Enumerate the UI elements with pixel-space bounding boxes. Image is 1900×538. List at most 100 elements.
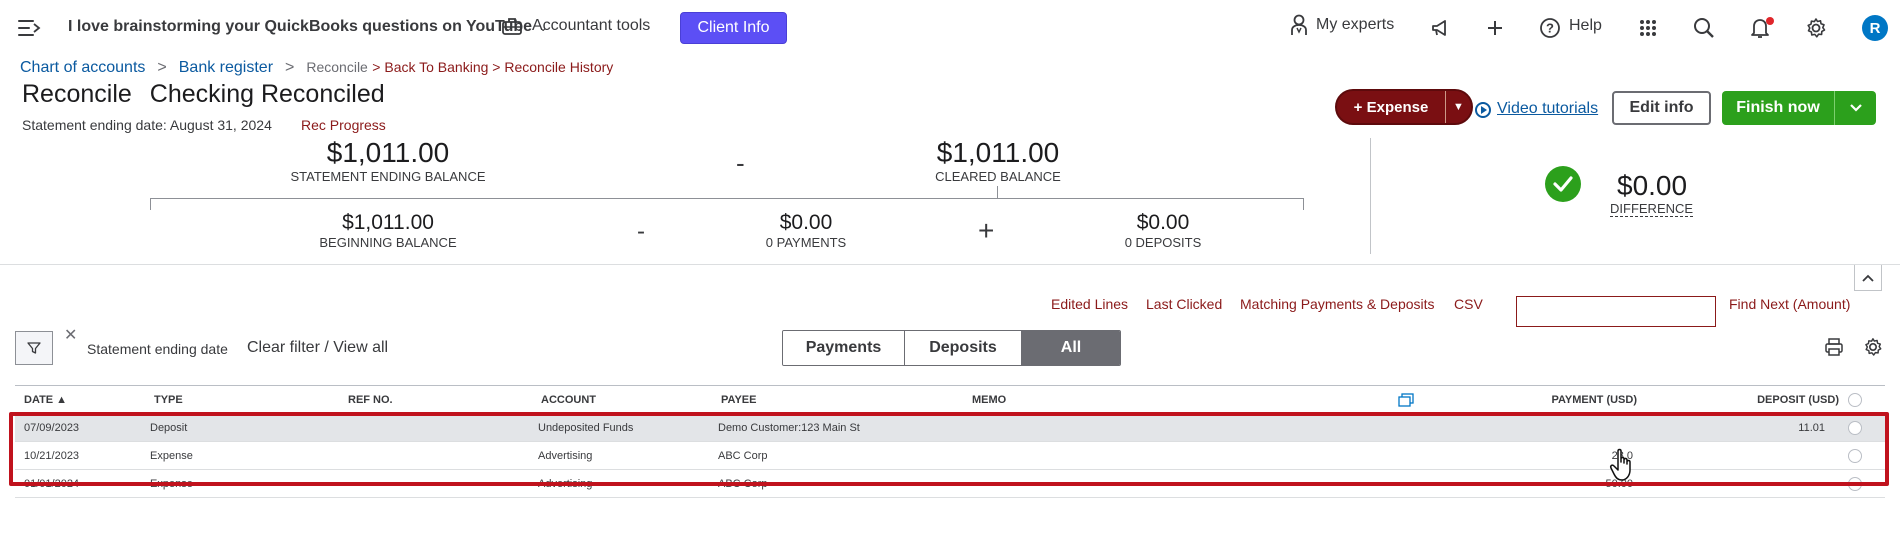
finish-now-split-button: Finish now xyxy=(1722,91,1876,125)
breadcrumb-chart-of-accounts[interactable]: Chart of accounts xyxy=(20,59,145,76)
cell-payee: Demo Customer:123 Main St xyxy=(718,422,860,434)
tab-deposits[interactable]: Deposits xyxy=(905,331,1022,365)
cell-account: Undeposited Funds xyxy=(538,422,634,434)
breadcrumb-separator: > xyxy=(285,59,295,76)
cell-payee: ABC Corp xyxy=(718,478,768,490)
accountant-tools-button[interactable]: Accountant tools xyxy=(502,17,650,35)
cell-payee: ABC Corp xyxy=(718,450,768,462)
client-info-button[interactable]: Client Info xyxy=(680,12,787,44)
gear-icon[interactable] xyxy=(1804,16,1828,40)
table-header: DATE ▲ TYPE REF NO. ACCOUNT PAYEE MEMO P… xyxy=(15,385,1885,413)
payments-amount: $0.00 xyxy=(779,211,833,234)
company-name: I love brainstorming your QuickBooks que… xyxy=(68,18,533,35)
cell-date: 01/01/2024 xyxy=(24,478,80,490)
column-header-account[interactable]: ACCOUNT xyxy=(541,394,596,406)
csv-link[interactable]: CSV xyxy=(1454,296,1483,312)
column-header-payee[interactable]: PAYEE xyxy=(721,394,756,406)
matching-payments-deposits-link[interactable]: Matching Payments & Deposits xyxy=(1240,296,1435,312)
collapse-summary-button[interactable] xyxy=(1854,265,1882,291)
clear-filter-link[interactable]: Clear filter / View all xyxy=(247,339,388,357)
row-clear-radio[interactable] xyxy=(1848,477,1862,491)
column-header-payment[interactable]: PAYMENT (USD) xyxy=(1551,394,1637,406)
help-label[interactable]: Help xyxy=(1569,17,1602,35)
breadcrumb-separator: > xyxy=(157,59,167,76)
page-title-account: Checking Reconciled xyxy=(149,80,385,108)
difference-label: DIFFERENCE xyxy=(1610,201,1694,217)
caret-down-icon: ▼ xyxy=(1453,101,1464,113)
vertical-divider xyxy=(1370,138,1371,254)
help-icon[interactable]: ? xyxy=(1538,16,1562,40)
plus-icon[interactable] xyxy=(1483,16,1507,40)
find-next-amount-link[interactable]: Find Next (Amount) xyxy=(1729,296,1850,312)
add-expense-button[interactable]: + Expense xyxy=(1337,91,1445,123)
deposits-count: 0 DEPOSITS xyxy=(1124,235,1202,250)
beginning-balance: $1,011.00 BEGINNING BALANCE xyxy=(288,211,488,250)
my-experts-label: My experts xyxy=(1316,16,1395,33)
megaphone-icon[interactable] xyxy=(1428,16,1452,40)
cell-date: 07/09/2023 xyxy=(24,422,80,434)
video-tutorials-link[interactable]: Video tutorials xyxy=(1497,100,1598,118)
avatar[interactable]: R xyxy=(1862,15,1888,41)
column-header-deposit[interactable]: DEPOSIT (USD) xyxy=(1757,394,1839,406)
filter-button[interactable] xyxy=(15,331,53,365)
table-row[interactable]: 10/21/2023 Expense Advertising ABC Corp … xyxy=(15,442,1885,470)
column-header-ref-no[interactable]: REF NO. xyxy=(348,394,393,406)
search-icon[interactable] xyxy=(1692,16,1716,40)
copy-columns-icon[interactable] xyxy=(1398,393,1414,412)
print-icon[interactable] xyxy=(1824,337,1844,357)
row-clear-radio[interactable] xyxy=(1848,449,1862,463)
statement-ending-date: Statement ending date: August 31, 2024 xyxy=(22,117,272,133)
column-header-type[interactable]: TYPE xyxy=(154,394,183,406)
briefcase-icon xyxy=(502,18,522,35)
cell-deposit: 11.01 xyxy=(1798,422,1825,434)
expense-split-button: + Expense ▼ xyxy=(1335,89,1473,125)
cell-type: Deposit xyxy=(150,422,188,434)
payments-count: 0 PAYMENTS xyxy=(765,235,847,250)
column-header-date[interactable]: DATE ▲ xyxy=(24,394,67,406)
close-filter-icon[interactable]: ✕ xyxy=(64,325,77,345)
chevron-up-icon xyxy=(1862,274,1874,282)
table-row[interactable]: 01/01/2024 Expense Advertising ABC Corp … xyxy=(15,470,1885,498)
my-experts-button[interactable]: My experts xyxy=(1290,14,1394,36)
page-title: Reconcile Checking Reconciled xyxy=(22,80,385,109)
last-clicked-link[interactable]: Last Clicked xyxy=(1146,296,1222,312)
check-circle-icon xyxy=(1545,166,1581,202)
statement-ending-balance: $1,011.00 STATEMENT ENDING BALANCE xyxy=(247,137,529,184)
play-circle-icon[interactable] xyxy=(1475,102,1491,118)
difference-amount: $0.00 xyxy=(1617,170,1688,201)
breadcrumb-back-to-banking-link[interactable]: > Back To Banking > Reconcile History xyxy=(372,59,613,75)
payments-total: $0.00 0 PAYMENTS xyxy=(736,211,876,250)
rec-progress-link[interactable]: Rec Progress xyxy=(301,117,386,133)
beginning-balance-amount: $1,011.00 xyxy=(342,211,434,234)
transaction-type-toggle: Payments Deposits All xyxy=(782,330,1121,366)
edit-info-button[interactable]: Edit info xyxy=(1612,91,1711,125)
beginning-balance-label: BEGINNING BALANCE xyxy=(319,235,457,250)
deposits-amount: $0.00 xyxy=(1136,211,1190,234)
minus-operator: - xyxy=(736,148,745,178)
summary-divider xyxy=(0,264,1900,265)
table-row[interactable]: 07/09/2023 Deposit Undeposited Funds Dem… xyxy=(15,414,1885,442)
find-amount-input[interactable] xyxy=(1516,296,1716,327)
expense-dropdown-button[interactable]: ▼ xyxy=(1445,91,1471,123)
row-clear-radio[interactable] xyxy=(1848,421,1862,435)
deposits-total: $0.00 0 DEPOSITS xyxy=(1093,211,1233,250)
cleared-balance-label: CLEARED BALANCE xyxy=(935,169,1061,184)
svg-text:?: ? xyxy=(1546,21,1554,36)
notification-dot xyxy=(1766,17,1774,25)
chevron-down-icon xyxy=(1849,104,1862,112)
finish-dropdown-button[interactable] xyxy=(1834,91,1876,125)
finish-now-button[interactable]: Finish now xyxy=(1722,91,1834,125)
edited-lines-link[interactable]: Edited Lines xyxy=(1051,296,1128,312)
statement-ending-balance-amount: $1,011.00 xyxy=(326,137,450,168)
tab-payments[interactable]: Payments xyxy=(783,331,905,365)
cell-date: 10/21/2023 xyxy=(24,450,80,462)
company-switcher[interactable]: I love brainstorming your QuickBooks que… xyxy=(68,18,548,36)
tab-all[interactable]: All xyxy=(1022,331,1120,365)
table-settings-gear-icon[interactable] xyxy=(1863,337,1883,357)
column-header-memo[interactable]: MEMO xyxy=(972,394,1006,406)
menu-icon[interactable] xyxy=(18,18,41,38)
filter-funnel-icon xyxy=(27,342,41,354)
breadcrumb-bank-register[interactable]: Bank register xyxy=(179,59,273,76)
select-all-radio[interactable] xyxy=(1848,393,1862,407)
apps-grid-icon[interactable] xyxy=(1636,16,1660,40)
